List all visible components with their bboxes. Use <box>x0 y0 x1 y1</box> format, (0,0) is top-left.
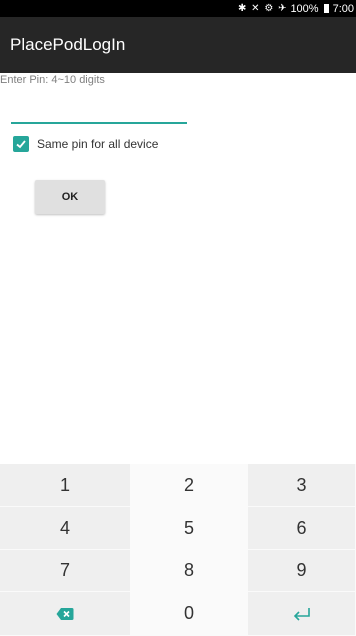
key-1[interactable]: 1 <box>0 464 131 507</box>
battery-icon <box>323 4 329 13</box>
checkmark-icon <box>16 140 26 149</box>
key-8[interactable]: 8 <box>131 550 248 592</box>
key-0[interactable]: 0 <box>131 592 248 636</box>
status-icons: ✱ ✕ ⚙ ✈ <box>238 3 288 14</box>
backspace-key[interactable] <box>0 592 131 636</box>
app-bar: PlacePodLogIn <box>0 17 356 73</box>
pin-input[interactable] <box>11 98 187 124</box>
key-5[interactable]: 5 <box>131 507 248 550</box>
ok-button[interactable]: OK <box>35 180 105 214</box>
battery-level: 100% <box>290 2 319 15</box>
pin-label: Enter Pin: 4~10 digits <box>0 74 105 86</box>
key-6[interactable]: 6 <box>248 507 356 550</box>
clock: 7:00 <box>332 2 354 15</box>
key-7[interactable]: 7 <box>0 550 131 592</box>
enter-key[interactable] <box>248 592 356 636</box>
numeric-keypad: 1 2 3 4 5 6 7 8 9 0 <box>0 464 356 636</box>
key-3[interactable]: 3 <box>248 464 356 507</box>
enter-icon <box>293 607 310 621</box>
app-title: PlacePodLogIn <box>10 35 126 54</box>
same-pin-checkbox-row[interactable]: Same pin for all device <box>13 136 158 152</box>
key-2[interactable]: 2 <box>131 464 248 507</box>
key-4[interactable]: 4 <box>0 507 131 550</box>
key-9[interactable]: 9 <box>248 550 356 592</box>
same-pin-checkbox[interactable] <box>13 136 29 152</box>
status-bar: ✱ ✕ ⚙ ✈ 100% 7:00 <box>0 0 356 17</box>
same-pin-label: Same pin for all device <box>37 137 159 151</box>
backspace-icon <box>56 607 74 620</box>
